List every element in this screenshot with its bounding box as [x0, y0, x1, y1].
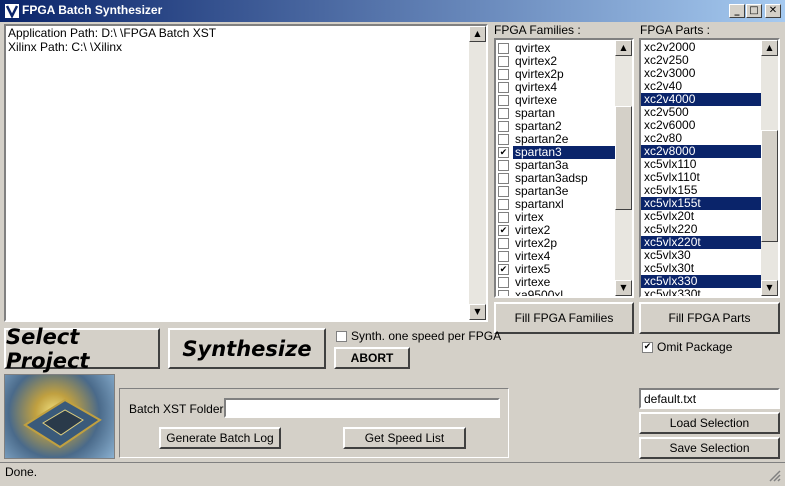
select-project-button[interactable]: Select Project	[4, 325, 160, 373]
maximize-button[interactable]: □	[746, 4, 762, 18]
log-textarea[interactable]: Application Path: D:\ \FPGA Batch XST Xi…	[4, 24, 488, 322]
family-checkbox[interactable]: ✔	[498, 147, 509, 158]
batch-folder-label: Batch XST Folder :	[129, 402, 231, 416]
part-list-item[interactable]: xc5vlx330t	[641, 288, 762, 297]
family-checkbox[interactable]	[498, 199, 509, 210]
resize-grip-icon[interactable]	[767, 468, 781, 482]
scroll-down-icon[interactable]: ▼	[615, 280, 632, 296]
get-speed-list-button[interactable]: Get Speed List	[343, 427, 466, 449]
family-checkbox[interactable]	[498, 69, 509, 80]
abort-button[interactable]: ABORT	[334, 347, 410, 369]
family-checkbox[interactable]: ✔	[498, 264, 509, 275]
family-label: xa9500xl	[515, 288, 564, 297]
family-checkbox[interactable]	[498, 238, 509, 249]
scroll-down-icon[interactable]: ▼	[761, 280, 778, 296]
parts-header: FPGA Parts :	[640, 23, 711, 37]
selection-file-input[interactable]	[639, 388, 780, 409]
minimize-button[interactable]: _	[729, 4, 745, 18]
status-bar	[0, 462, 785, 486]
family-checkbox[interactable]	[498, 43, 509, 54]
batch-folder-input[interactable]	[224, 398, 500, 418]
family-checkbox[interactable]	[498, 212, 509, 223]
synthesize-button[interactable]: Synthesize	[168, 328, 326, 369]
families-list[interactable]: qvirtex qvirtex2 qvirtex2p qvirtex4 qvirtexe…	[494, 38, 634, 298]
family-checkbox[interactable]	[498, 82, 509, 93]
families-scrollbar[interactable]: ▲ ▼	[615, 40, 632, 296]
save-selection-button[interactable]: Save Selection	[639, 437, 780, 459]
processor-chip-image	[4, 374, 115, 459]
one-speed-checkbox[interactable]	[336, 330, 347, 342]
family-checkbox[interactable]	[498, 121, 509, 132]
fill-parts-button[interactable]: Fill FPGA Parts	[639, 302, 780, 334]
xilinx-path-text: Xilinx Path: C:\ \Xilinx	[8, 40, 123, 54]
load-selection-button[interactable]: Load Selection	[639, 412, 780, 434]
scroll-down-icon[interactable]: ▼	[469, 304, 486, 320]
scroll-up-icon[interactable]: ▲	[615, 40, 632, 56]
scroll-up-icon[interactable]: ▲	[761, 40, 778, 56]
family-checkbox[interactable]	[498, 277, 509, 288]
family-list-item[interactable]: xa9500xl	[496, 289, 617, 296]
omit-package-option[interactable]: ✔ Omit Package	[640, 340, 732, 354]
one-speed-option[interactable]: Synth. one speed per FPGA	[334, 329, 501, 343]
application-path-text: Application Path: D:\ \FPGA Batch XST	[8, 26, 217, 40]
generate-batch-log-button[interactable]: Generate Batch Log	[159, 427, 281, 449]
family-checkbox[interactable]	[498, 160, 509, 171]
log-scrollbar[interactable]: ▲ ▼	[469, 26, 486, 320]
app-icon	[4, 3, 20, 19]
family-checkbox[interactable]	[498, 173, 509, 184]
family-checkbox[interactable]	[498, 251, 509, 262]
family-checkbox[interactable]	[498, 290, 509, 296]
close-button[interactable]: ✕	[765, 4, 781, 18]
family-checkbox[interactable]	[498, 95, 509, 106]
scroll-thumb[interactable]	[615, 106, 632, 210]
omit-package-label: Omit Package	[657, 340, 733, 354]
parts-list[interactable]: xc2v2000 xc2v250 xc2v3000 xc2v40 xc2v4000 xc2…	[639, 38, 780, 298]
family-checkbox[interactable]: ✔	[498, 225, 509, 236]
scroll-up-icon[interactable]: ▲	[469, 26, 486, 42]
family-checkbox[interactable]	[498, 56, 509, 67]
window-title: FPGA Batch Synthesizer	[22, 3, 163, 17]
omit-package-checkbox[interactable]: ✔	[642, 341, 653, 353]
family-checkbox[interactable]	[498, 108, 509, 119]
fill-families-button[interactable]: Fill FPGA Families	[494, 302, 634, 334]
scroll-thumb[interactable]	[761, 130, 778, 242]
family-checkbox[interactable]	[498, 134, 509, 145]
parts-scrollbar[interactable]: ▲ ▼	[761, 40, 778, 296]
status-text: Done.	[5, 465, 38, 479]
family-checkbox[interactable]	[498, 186, 509, 197]
one-speed-label: Synth. one speed per FPGA	[351, 329, 502, 343]
families-header: FPGA Families :	[494, 23, 581, 37]
